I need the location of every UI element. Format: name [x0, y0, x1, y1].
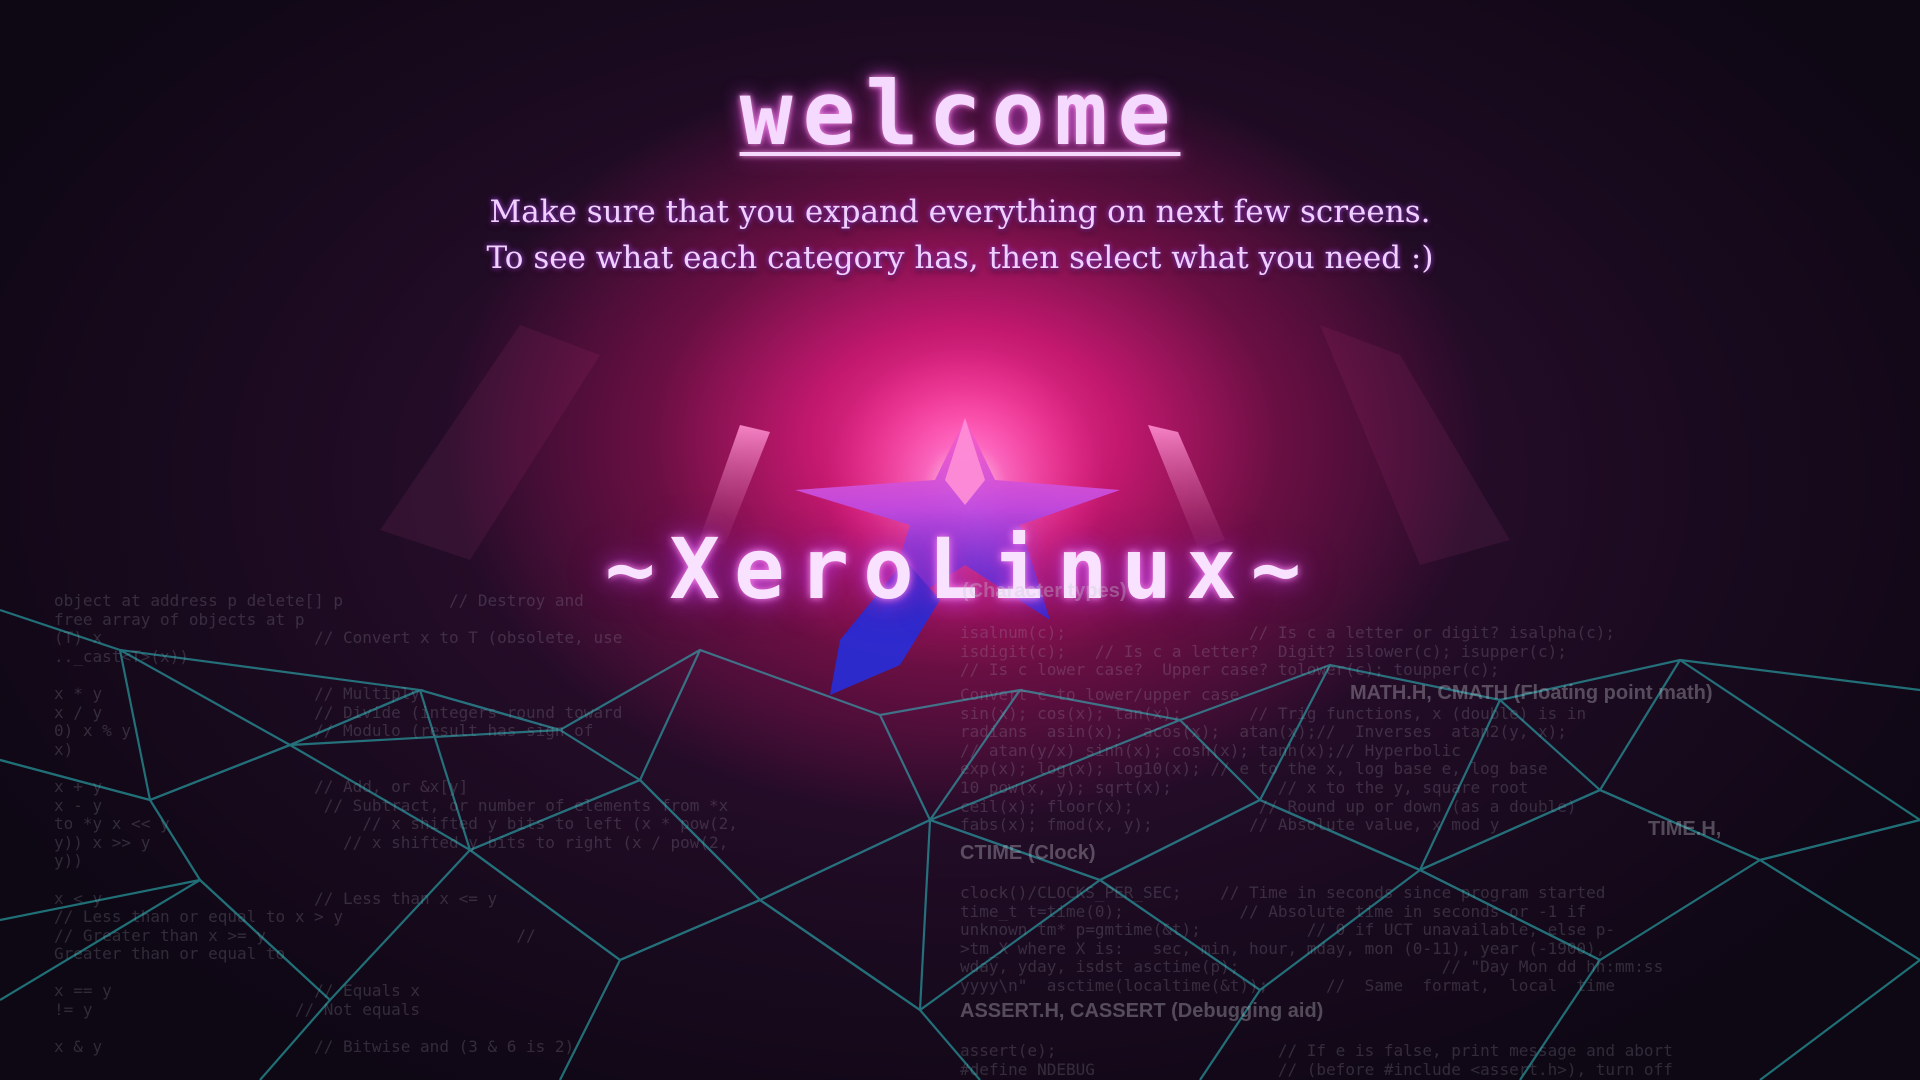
welcome-subtitle-line-2: To see what each category has, then sele… [486, 240, 1434, 276]
background-code-time: clock()/CLOCKS_PER_SEC; // Time in secon… [960, 883, 1664, 995]
background-code-heading-time: TIME.H, [1648, 818, 1722, 840]
background-code-left: object at address p delete[] p // Destro… [54, 591, 738, 1057]
background-code-heading-assert: ASSERT.H, CASSERT (Debugging aid) [960, 1000, 1324, 1022]
background-code-assert: assert(e); // If e is false, print messa… [960, 1041, 1673, 1079]
welcome-subtitle-line-1: Make sure that you expand everything on … [489, 194, 1431, 230]
background-code-math: Convert c to lower/upper case sin(x); co… [960, 685, 1587, 835]
welcome-title: welcome [739, 62, 1181, 165]
background-code-heading-ctime: CTIME (Clock) [960, 842, 1096, 864]
background-code-ctype: isalnum(c); // Is c a letter or digit? i… [960, 623, 1616, 680]
background-code-heading-char: (Character types) [962, 580, 1127, 602]
